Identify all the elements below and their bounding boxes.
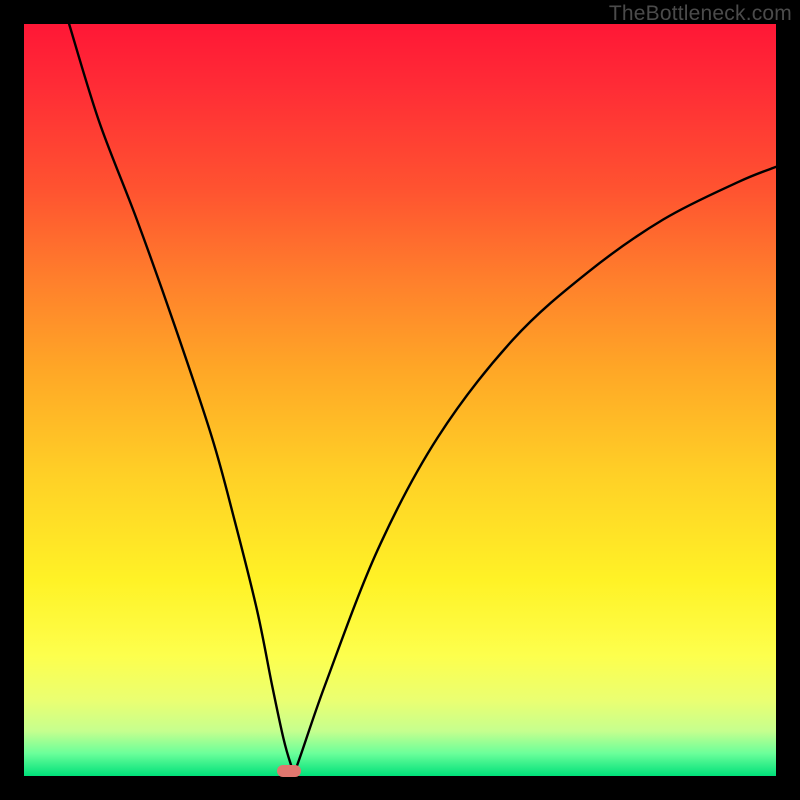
- optimal-point-marker: [277, 765, 301, 777]
- bottleneck-curve: [24, 24, 776, 776]
- chart-plot-area: [24, 24, 776, 776]
- watermark-text: TheBottleneck.com: [609, 2, 792, 26]
